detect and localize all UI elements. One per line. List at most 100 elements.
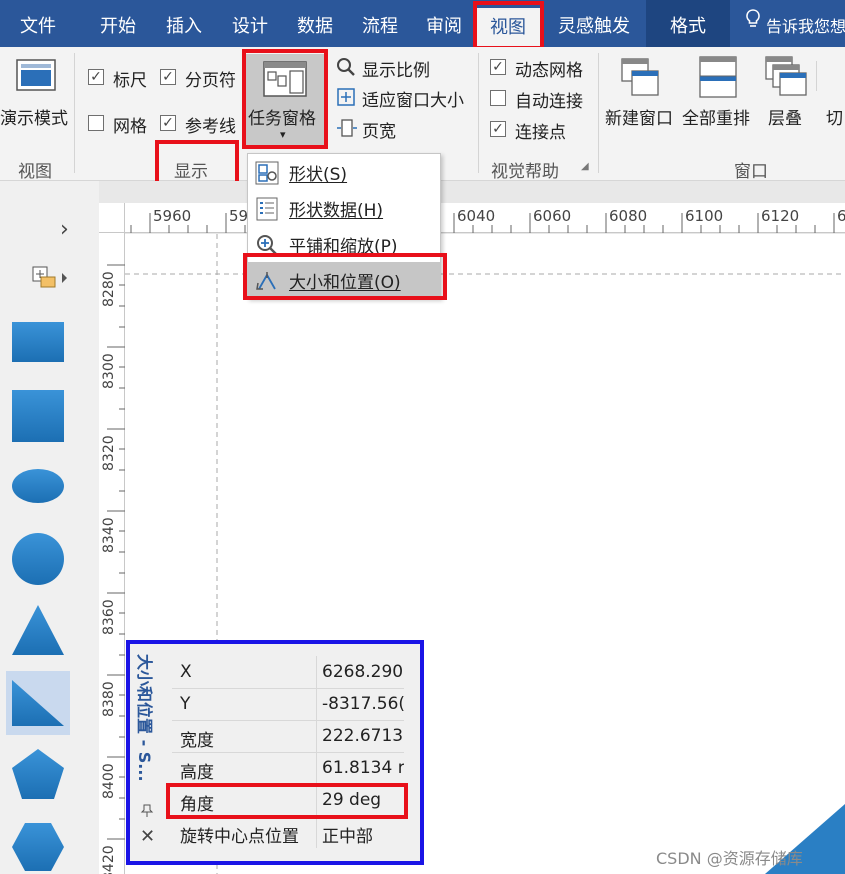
ruler-tick-label: 8360 <box>101 599 117 635</box>
pin-icon[interactable] <box>140 804 154 822</box>
grid-line <box>316 656 317 848</box>
grid-line <box>172 752 404 753</box>
autoconnect-label: 自动连接 <box>515 92 583 112</box>
autoconnect-checkbox[interactable] <box>490 90 506 106</box>
cascade-button[interactable]: 层叠 <box>768 104 802 129</box>
tell-me-search[interactable]: 告诉我您想 <box>744 0 845 47</box>
ruler-tick-label: 59 <box>229 207 249 225</box>
stencil-shape-ellipse[interactable] <box>12 469 64 508</box>
grid-line <box>172 688 404 689</box>
rotation-pin-value[interactable]: 正中部 <box>322 822 404 847</box>
ruler-tick-label: 8400 <box>101 763 117 799</box>
ruler-tick-label: 8380 <box>101 681 117 717</box>
menu-item-size-position[interactable]: 大小和位置(O) <box>248 262 440 298</box>
ruler-tick-label: 6040 <box>457 207 496 225</box>
grid-line <box>172 784 404 785</box>
pan-zoom-icon <box>255 233 279 262</box>
dialog-launcher-icon[interactable]: ◢ <box>581 161 589 172</box>
horizontal-ruler: 5960 59 6040 6060 6080 6100 6120 6 <box>125 203 845 233</box>
presentation-mode-icon <box>14 57 58 97</box>
tab-file[interactable]: 文件 <box>6 0 70 47</box>
ruler-tick-label: 8300 <box>101 353 117 389</box>
tab-design[interactable]: 设计 <box>222 0 278 47</box>
dynamic-grid-label: 动态网格 <box>515 61 583 81</box>
task-pane-icon <box>262 60 308 98</box>
grid-line <box>172 720 404 721</box>
new-window-button[interactable]: 新建窗口 <box>605 104 673 129</box>
height-value[interactable]: 61.8134 r <box>322 758 404 778</box>
y-label: Y <box>180 694 191 714</box>
dropdown-caret-icon: ▾ <box>280 128 286 141</box>
page-width-icon <box>336 118 358 138</box>
width-value[interactable]: 222.6713 <box>322 726 404 746</box>
arrange-all-button[interactable]: 全部重排 <box>682 104 750 129</box>
presentation-mode-button[interactable]: 演示模式 <box>0 104 68 129</box>
grid-checkbox[interactable] <box>88 115 104 131</box>
tab-format[interactable]: 格式 <box>646 0 730 47</box>
connection-points-checkbox[interactable]: ✓ <box>490 121 506 137</box>
cascade-icon <box>764 55 808 99</box>
tab-data[interactable]: 数据 <box>287 0 343 47</box>
fit-window-button[interactable]: 适应窗口大小 <box>362 86 464 111</box>
lightbulb-icon <box>744 0 762 52</box>
tab-home[interactable]: 开始 <box>90 0 146 47</box>
show-ratio-button[interactable]: 显示比例 <box>362 56 430 81</box>
angle-value[interactable]: 29 deg <box>322 790 404 810</box>
group-divider <box>816 61 817 91</box>
menu-item-shape-data[interactable]: 形状数据(H) <box>248 190 440 226</box>
view-group-label: 视图 <box>18 162 52 182</box>
ruler-tick-label: 6060 <box>533 207 572 225</box>
stencil-shape-hexagon[interactable] <box>12 823 64 874</box>
tab-inspiration[interactable]: 灵感触发 <box>550 0 638 47</box>
switch-window-button[interactable]: 切 <box>826 104 843 129</box>
close-icon[interactable]: ✕ <box>140 826 155 847</box>
ruler-checkbox[interactable]: ✓ <box>88 69 104 85</box>
ribbon-tab-bar: 文件 开始 插入 设计 数据 流程 审阅 视图 灵感触发 格式 告诉我您想 <box>0 0 845 47</box>
watermark: CSDN @资源存储库 <box>656 849 803 868</box>
stencil-shape-pentagon[interactable] <box>12 749 64 804</box>
ruler-label: 标尺 <box>113 71 147 91</box>
tab-review[interactable]: 审阅 <box>416 0 472 47</box>
stencil-shape-right-triangle[interactable] <box>6 671 70 735</box>
tab-process[interactable]: 流程 <box>352 0 408 47</box>
stencil-shape-circle[interactable] <box>12 533 64 590</box>
rotation-pin-label: 旋转中心点位置 <box>180 827 299 847</box>
task-pane-label: 任务窗格 <box>248 109 316 129</box>
tab-insert[interactable]: 插入 <box>156 0 212 47</box>
y-value[interactable]: -8317.56( <box>322 694 404 714</box>
tab-view[interactable]: 视图 <box>476 8 540 47</box>
tell-me-text: 告诉我您想 <box>766 17 845 36</box>
stencil-shape-rectangle[interactable] <box>12 322 64 367</box>
page-width-button[interactable]: 页宽 <box>362 117 396 142</box>
stencil-shape-square[interactable] <box>12 390 64 447</box>
menu-item-shapes[interactable]: 形状(S) <box>248 154 440 190</box>
dynamic-grid-checkbox[interactable]: ✓ <box>490 59 506 75</box>
shapes-icon <box>255 161 279 190</box>
task-pane-button[interactable]: 任务窗格 ▾ <box>246 54 324 145</box>
new-window-icon <box>620 55 660 99</box>
stencil-shape-triangle[interactable] <box>12 605 64 660</box>
show-group-label: 显示 <box>174 162 208 182</box>
guides-checkbox[interactable]: ✓ <box>160 115 176 131</box>
task-pane-dropdown-menu: 形状(S) 形状数据(H) 平铺和缩放(P) 大小和位置(O) <box>247 153 441 299</box>
ruler-tick-label: 8340 <box>101 517 117 553</box>
ruler-corner <box>99 203 125 233</box>
arrange-all-icon <box>698 55 738 99</box>
size-position-title-bar[interactable]: 大小和位置 - S... <box>134 654 164 804</box>
shape-data-icon <box>255 197 279 226</box>
size-position-title: 大小和位置 - S... <box>135 654 154 782</box>
window-group-label: 窗口 <box>734 162 768 182</box>
guides-label: 参考线 <box>185 117 236 137</box>
expand-shapes-chevron-icon[interactable]: › <box>60 217 69 242</box>
shapes-panel: › <box>0 181 99 874</box>
ruler-tick-label: 8280 <box>101 271 117 307</box>
group-divider <box>598 53 599 173</box>
connection-points-label: 连接点 <box>515 123 566 143</box>
grid-label: 网格 <box>113 117 147 137</box>
ruler-tick-label: 6100 <box>685 207 724 225</box>
page-breaks-label: 分页符 <box>185 71 236 91</box>
page-breaks-checkbox[interactable]: ✓ <box>160 69 176 85</box>
more-shapes-icon[interactable] <box>32 265 72 296</box>
menu-item-pan-zoom[interactable]: 平铺和缩放(P) <box>248 226 440 262</box>
x-value[interactable]: 6268.290 <box>322 662 404 682</box>
